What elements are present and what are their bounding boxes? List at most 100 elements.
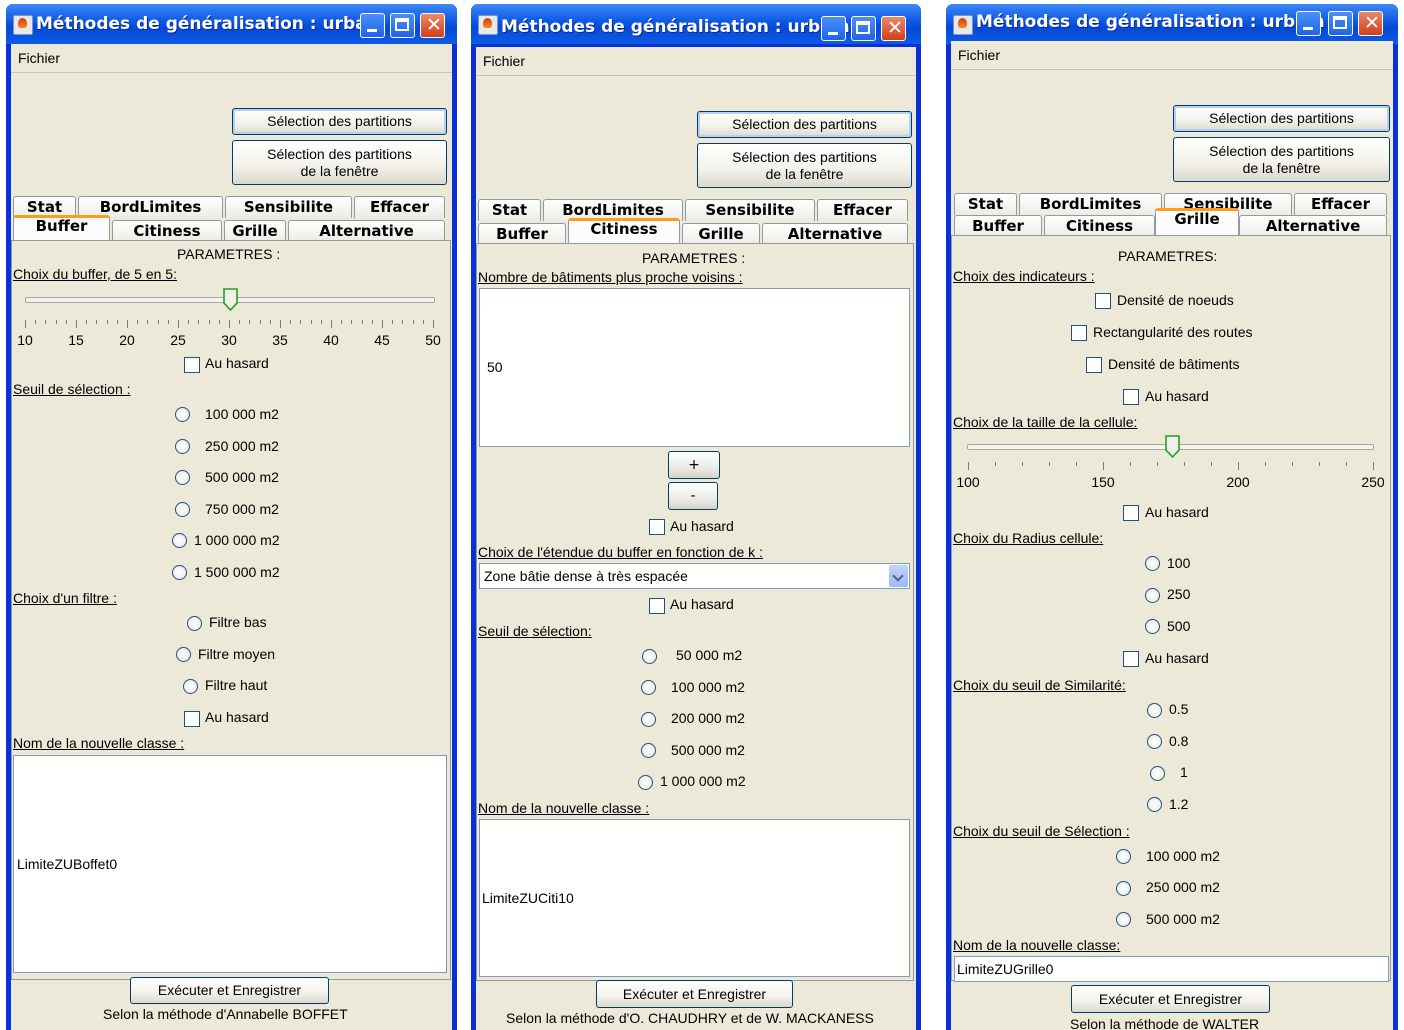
tab-buffer[interactable]: Buffer bbox=[13, 215, 110, 240]
threshold-radio-2[interactable] bbox=[641, 712, 656, 727]
cell-size-slider-thumb[interactable] bbox=[1165, 435, 1180, 459]
close-button[interactable]: ✕ bbox=[881, 16, 906, 41]
params-title: PARAMETRES : bbox=[642, 250, 746, 266]
indicator-option-0: Densité de noeuds bbox=[1117, 292, 1234, 308]
selection-radio-2[interactable] bbox=[1116, 912, 1131, 927]
class-name-textarea[interactable]: LimiteZUBoffet0 bbox=[13, 755, 447, 973]
neighbors-textarea[interactable]: 50 bbox=[479, 288, 910, 447]
maximize-button[interactable] bbox=[851, 16, 876, 41]
buffer-slider-thumb[interactable] bbox=[223, 288, 238, 312]
title-bar[interactable]: Méthodes de généralisation : urbain ✕ bbox=[6, 4, 457, 44]
increment-button[interactable]: + bbox=[668, 451, 720, 479]
title-bar[interactable]: Méthodes de généralisation : urbain ✕ bbox=[471, 4, 921, 44]
select-window-partitions-button[interactable]: Sélection des partitions de la fenêtre bbox=[697, 143, 912, 188]
similarity-radio-2[interactable] bbox=[1150, 766, 1165, 781]
tab-citiness[interactable]: Citiness bbox=[568, 218, 680, 243]
class-name-input[interactable]: LimiteZUGrille0 bbox=[954, 956, 1389, 982]
tab-alternative[interactable]: Alternative bbox=[1239, 215, 1387, 237]
tab-stat[interactable]: Stat bbox=[478, 199, 541, 221]
threshold-radio-5[interactable] bbox=[172, 565, 187, 580]
radius-radio-1[interactable] bbox=[1145, 588, 1160, 603]
select-partitions-button[interactable]: Sélection des partitions bbox=[697, 111, 912, 138]
select-partitions-button[interactable]: Sélection des partitions bbox=[232, 108, 447, 135]
close-button[interactable]: ✕ bbox=[1358, 11, 1383, 36]
menu-fichier[interactable]: Fichier bbox=[483, 53, 525, 69]
run-save-button[interactable]: Exécuter et Enregistrer bbox=[1071, 985, 1270, 1013]
maximize-button[interactable] bbox=[390, 13, 415, 38]
tab-effacer[interactable]: Effacer bbox=[354, 196, 445, 218]
radius-radio-2[interactable] bbox=[1145, 619, 1160, 634]
tab-alternative[interactable]: Alternative bbox=[762, 223, 908, 245]
slider-minor-tick bbox=[412, 320, 414, 324]
close-icon: ✕ bbox=[1364, 12, 1380, 34]
minimize-button[interactable] bbox=[360, 13, 385, 38]
tab-grille[interactable]: Grille bbox=[682, 223, 760, 245]
minimize-icon bbox=[367, 29, 377, 32]
select-window-partitions-button[interactable]: Sélection des partitions de la fenêtre bbox=[232, 140, 447, 185]
maximize-icon bbox=[856, 21, 870, 34]
random-checkbox-1[interactable] bbox=[649, 519, 665, 535]
random-checkbox-2[interactable] bbox=[649, 598, 665, 614]
filter-radio-low[interactable] bbox=[187, 616, 202, 631]
threshold-radio-2[interactable] bbox=[175, 470, 190, 485]
filter-radio-medium[interactable] bbox=[176, 647, 191, 662]
tab-grille[interactable]: Grille bbox=[224, 220, 286, 242]
tab-effacer[interactable]: Effacer bbox=[817, 199, 908, 221]
tab-stat[interactable]: Stat bbox=[954, 193, 1017, 215]
run-save-button[interactable]: Exécuter et Enregistrer bbox=[130, 977, 329, 1004]
threshold-radio-3[interactable] bbox=[641, 743, 656, 758]
decrement-button[interactable]: - bbox=[668, 482, 718, 510]
slider-minor-tick bbox=[310, 320, 312, 324]
threshold-radio-4[interactable] bbox=[638, 775, 653, 790]
slider-minor-tick bbox=[371, 320, 373, 324]
threshold-radio-1[interactable] bbox=[641, 680, 656, 695]
extent-dropdown[interactable]: Zone bâtie dense à très espacée bbox=[479, 563, 910, 589]
tab-buffer[interactable]: Buffer bbox=[954, 215, 1042, 237]
tab-alternative[interactable]: Alternative bbox=[288, 220, 445, 242]
tab-bordlimites[interactable]: BordLimites bbox=[1019, 193, 1162, 215]
threshold-option-0: 100 000 m2 bbox=[205, 406, 279, 422]
chevron-down-icon[interactable] bbox=[889, 565, 908, 587]
select-window-partitions-button[interactable]: Sélection des partitions de la fenêtre bbox=[1173, 137, 1390, 182]
random-checkbox-2[interactable] bbox=[184, 711, 200, 727]
menu-fichier[interactable]: Fichier bbox=[18, 50, 60, 66]
tab-grille[interactable]: Grille bbox=[1155, 208, 1239, 235]
slider-minor-tick bbox=[45, 320, 47, 324]
threshold-radio-0[interactable] bbox=[642, 649, 657, 664]
threshold-radio-3[interactable] bbox=[175, 502, 190, 517]
selection-radio-0[interactable] bbox=[1116, 849, 1131, 864]
tab-citiness[interactable]: Citiness bbox=[112, 220, 222, 242]
random-checkbox-2[interactable] bbox=[1123, 505, 1139, 521]
minimize-button[interactable] bbox=[1296, 11, 1321, 36]
radius-radio-0[interactable] bbox=[1145, 556, 1160, 571]
similarity-radio-1[interactable] bbox=[1147, 734, 1162, 749]
threshold-radio-1[interactable] bbox=[175, 439, 190, 454]
selection-radio-1[interactable] bbox=[1116, 881, 1131, 896]
random-checkbox-1[interactable] bbox=[184, 357, 200, 373]
select-partitions-button[interactable]: Sélection des partitions bbox=[1173, 105, 1390, 132]
threshold-radio-0[interactable] bbox=[175, 407, 190, 422]
minimize-button[interactable] bbox=[821, 16, 846, 41]
indicator-checkbox-2[interactable] bbox=[1086, 357, 1102, 373]
filter-radio-high[interactable] bbox=[183, 679, 198, 694]
threshold-radio-4[interactable] bbox=[172, 533, 187, 548]
menu-fichier[interactable]: Fichier bbox=[958, 47, 1000, 63]
random-checkbox-1[interactable] bbox=[1123, 389, 1139, 405]
indicator-checkbox-1[interactable] bbox=[1071, 325, 1087, 341]
run-save-button[interactable]: Exécuter et Enregistrer bbox=[596, 980, 793, 1008]
title-bar[interactable]: Méthodes de généralisation : urbain ✕ bbox=[946, 4, 1398, 44]
tab-sensibilite[interactable]: Sensibilite bbox=[685, 199, 815, 221]
indicator-checkbox-0[interactable] bbox=[1095, 293, 1111, 309]
random-checkbox-3[interactable] bbox=[1123, 651, 1139, 667]
slider-minor-tick bbox=[188, 320, 190, 324]
tab-sensibilite[interactable]: Sensibilite bbox=[225, 196, 352, 218]
tab-buffer[interactable]: Buffer bbox=[478, 223, 566, 245]
indicator-option-1: Rectangularité des routes bbox=[1093, 324, 1253, 340]
similarity-radio-3[interactable] bbox=[1147, 797, 1162, 812]
close-button[interactable]: ✕ bbox=[420, 13, 445, 38]
similarity-radio-0[interactable] bbox=[1147, 703, 1162, 718]
tab-citiness[interactable]: Citiness bbox=[1044, 215, 1155, 237]
tab-effacer[interactable]: Effacer bbox=[1294, 193, 1387, 215]
class-name-textarea[interactable]: LimiteZUCiti10 bbox=[479, 819, 910, 977]
maximize-button[interactable] bbox=[1328, 11, 1353, 36]
